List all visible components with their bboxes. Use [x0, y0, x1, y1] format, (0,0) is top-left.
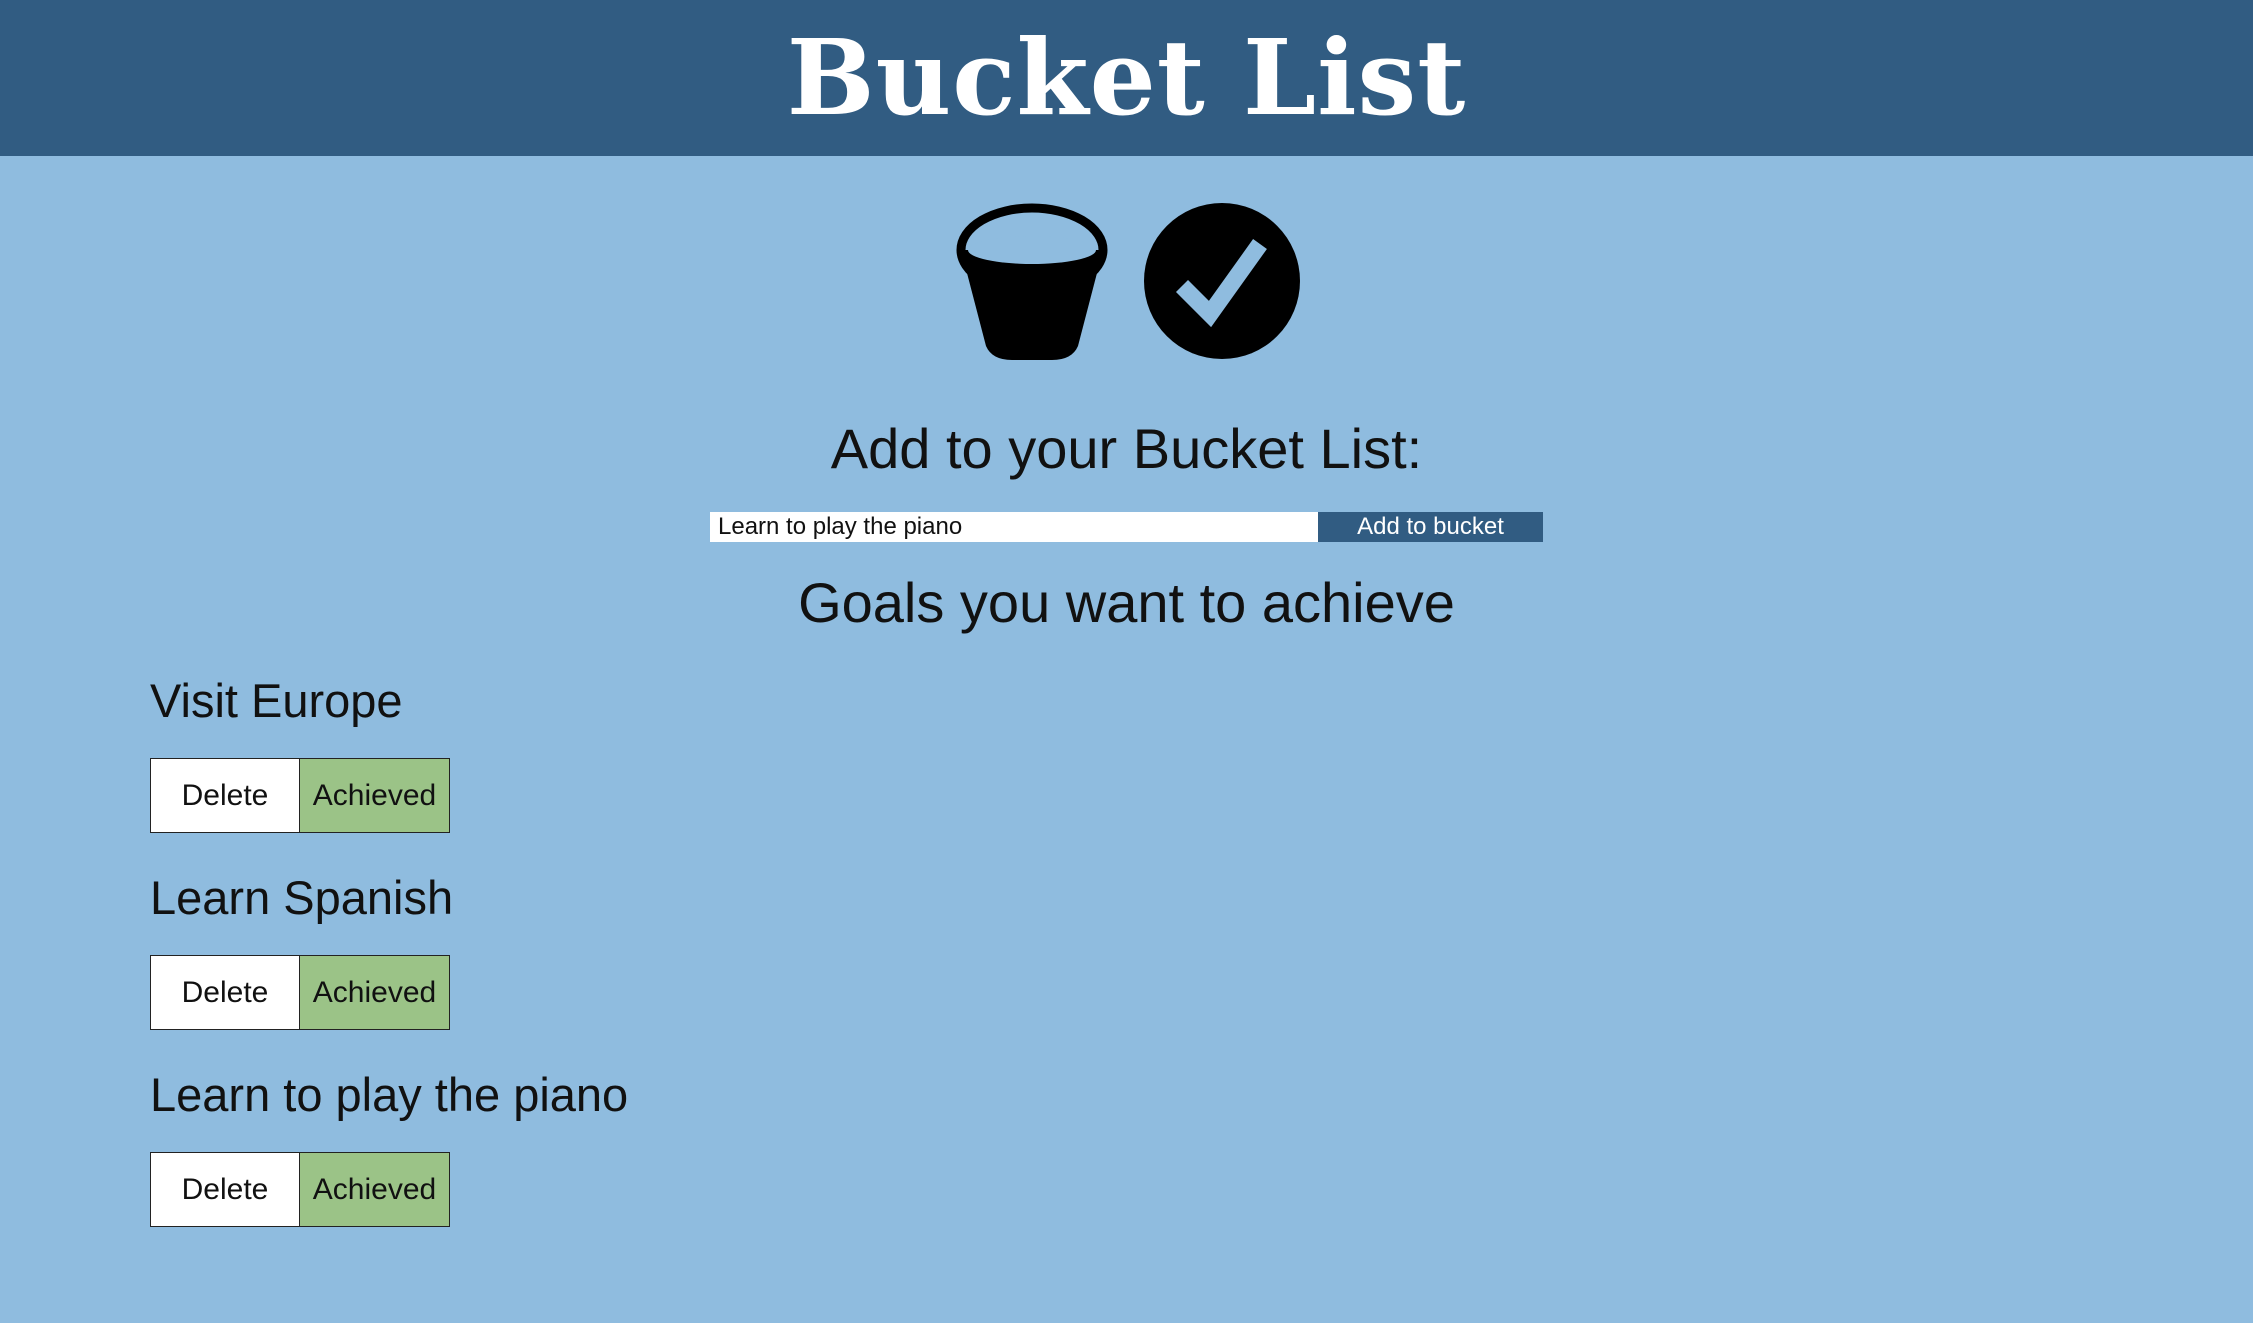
- add-to-bucket-button[interactable]: Add to bucket: [1318, 512, 1543, 542]
- goal-text: Learn Spanish: [150, 871, 454, 924]
- goal-actions: Delete Achieved: [150, 1152, 450, 1227]
- bucket-icon: [952, 196, 1112, 366]
- goal-actions: Delete Achieved: [150, 955, 450, 1030]
- add-heading: Add to your Bucket List:: [830, 417, 1423, 480]
- goals-heading: Goals you want to achieve: [798, 571, 1455, 634]
- hero-icons: [0, 196, 2253, 372]
- achieved-button[interactable]: Achieved: [300, 758, 450, 833]
- page-title: Bucket List: [786, 16, 1467, 139]
- goal-actions: Delete Achieved: [150, 758, 450, 833]
- goal-item: Learn Spanish Delete Achieved: [150, 862, 1050, 1059]
- goal-text: Learn to play the piano: [150, 1068, 629, 1121]
- add-goal-form: Add to bucket: [710, 512, 1543, 542]
- achieved-button[interactable]: Achieved: [300, 955, 450, 1030]
- goal-list: Visit Europe Delete Achieved Learn Spani…: [150, 665, 1050, 1256]
- goal-item: Learn to play the piano Delete Achieved: [150, 1059, 1050, 1256]
- delete-button[interactable]: Delete: [150, 1152, 300, 1227]
- achieved-button[interactable]: Achieved: [300, 1152, 450, 1227]
- delete-button[interactable]: Delete: [150, 955, 300, 1030]
- goal-item: Visit Europe Delete Achieved: [150, 665, 1050, 862]
- goal-input[interactable]: [710, 512, 1318, 542]
- page-header: Bucket List: [0, 0, 2253, 156]
- goal-text: Visit Europe: [150, 674, 403, 727]
- delete-button[interactable]: Delete: [150, 758, 300, 833]
- check-circle-icon: [1142, 196, 1302, 366]
